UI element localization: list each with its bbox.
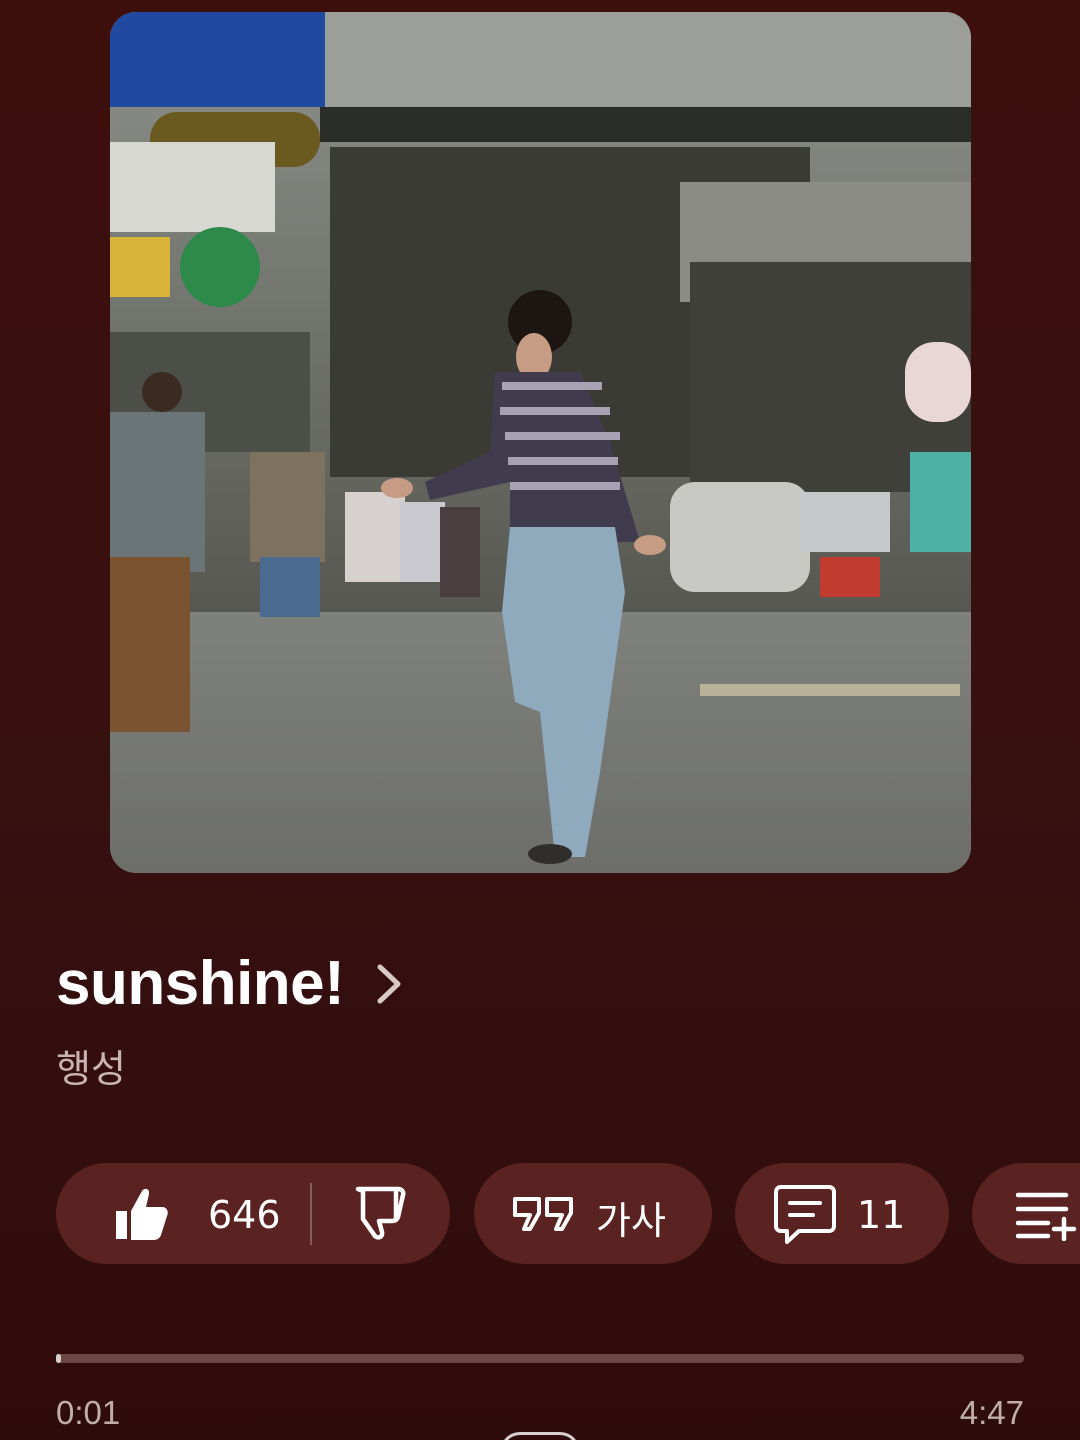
dislike-button[interactable] xyxy=(312,1163,450,1264)
lyrics-label: 가사 xyxy=(596,1199,666,1243)
lyrics-button[interactable]: 가사 xyxy=(474,1163,712,1264)
progress-bar[interactable] xyxy=(56,1354,1024,1363)
now-playing-screen: sunshine! 행성 646 가사 11 0:01 4:47 xyxy=(0,0,1080,1440)
track-title[interactable]: sunshine! xyxy=(56,948,345,1019)
thumbs-up-icon xyxy=(116,1188,168,1240)
artist-name[interactable]: 행성 xyxy=(56,1038,126,1093)
like-dislike-pill: 646 xyxy=(56,1163,450,1264)
album-art-photo xyxy=(110,12,971,873)
quote-icon xyxy=(513,1197,573,1231)
chevron-right-icon[interactable] xyxy=(374,961,404,1007)
album-art xyxy=(110,12,971,873)
thumbs-down-icon xyxy=(355,1186,406,1240)
comment-icon xyxy=(774,1185,836,1244)
comments-button[interactable]: 11 xyxy=(735,1163,949,1264)
save-to-playlist-button[interactable] xyxy=(972,1163,1080,1264)
comments-count: 11 xyxy=(857,1193,906,1237)
play-button-peek[interactable] xyxy=(500,1432,580,1440)
progress-fill xyxy=(56,1354,61,1363)
track-title-row[interactable]: sunshine! xyxy=(56,948,404,1019)
like-count: 646 xyxy=(208,1193,281,1237)
like-button[interactable]: 646 xyxy=(56,1163,310,1264)
current-time: 0:01 xyxy=(56,1394,121,1431)
total-time: 4:47 xyxy=(959,1394,1024,1431)
playlist-add-icon xyxy=(1016,1192,1077,1241)
